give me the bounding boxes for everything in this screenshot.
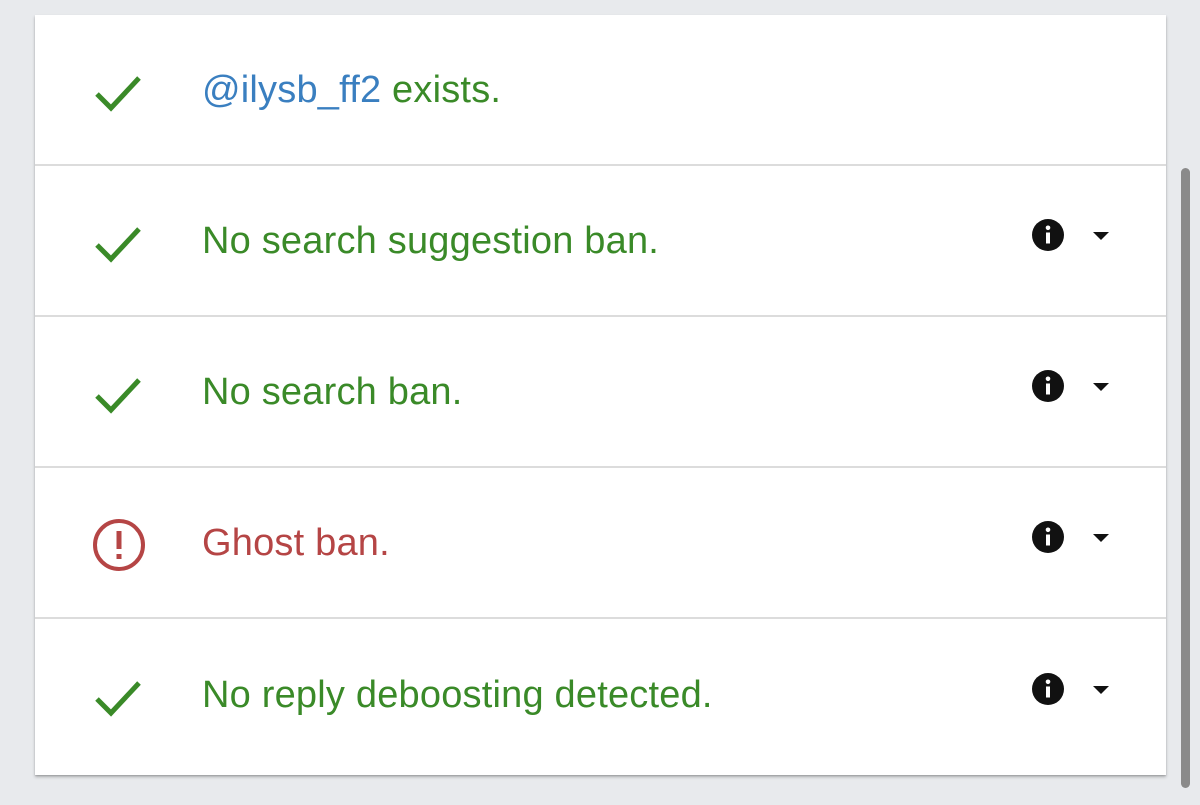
info-icon[interactable] — [1032, 369, 1064, 402]
checkmark-icon — [91, 64, 147, 120]
checkmark-icon — [91, 669, 147, 725]
result-text: No search suggestion ban. — [202, 219, 660, 262]
exclamation-circle-icon — [91, 517, 147, 573]
caret-down-icon[interactable] — [1090, 229, 1112, 243]
caret-down-icon[interactable] — [1090, 683, 1112, 697]
info-icon[interactable] — [1032, 672, 1064, 705]
account-exists-text: exists. — [381, 68, 502, 111]
caret-down-icon[interactable] — [1090, 380, 1112, 394]
account-handle-link[interactable]: @ilysb_ff2 — [202, 69, 381, 111]
result-row-search-ban: No search ban. — [35, 317, 1166, 468]
result-row-account-exists: @ilysb_ff2 exists. — [35, 15, 1166, 166]
result-text: No reply deboosting detected. — [202, 673, 713, 716]
checkmark-icon — [91, 366, 147, 422]
info-icon[interactable] — [1032, 218, 1064, 251]
info-icon[interactable] — [1032, 520, 1064, 553]
scrollbar[interactable] — [1181, 168, 1190, 788]
caret-down-icon[interactable] — [1090, 531, 1112, 545]
checkmark-icon — [91, 215, 147, 271]
result-row-reply-deboosting: No reply deboosting detected. — [35, 619, 1166, 770]
result-text: Ghost ban. — [202, 521, 390, 564]
result-text: @ilysb_ff2 exists. — [202, 65, 501, 115]
result-row-search-suggestion-ban: No search suggestion ban. — [35, 166, 1166, 317]
result-text: No search ban. — [202, 370, 463, 413]
results-card: @ilysb_ff2 exists. No search suggestion … — [35, 15, 1166, 775]
result-row-ghost-ban: Ghost ban. — [35, 468, 1166, 619]
